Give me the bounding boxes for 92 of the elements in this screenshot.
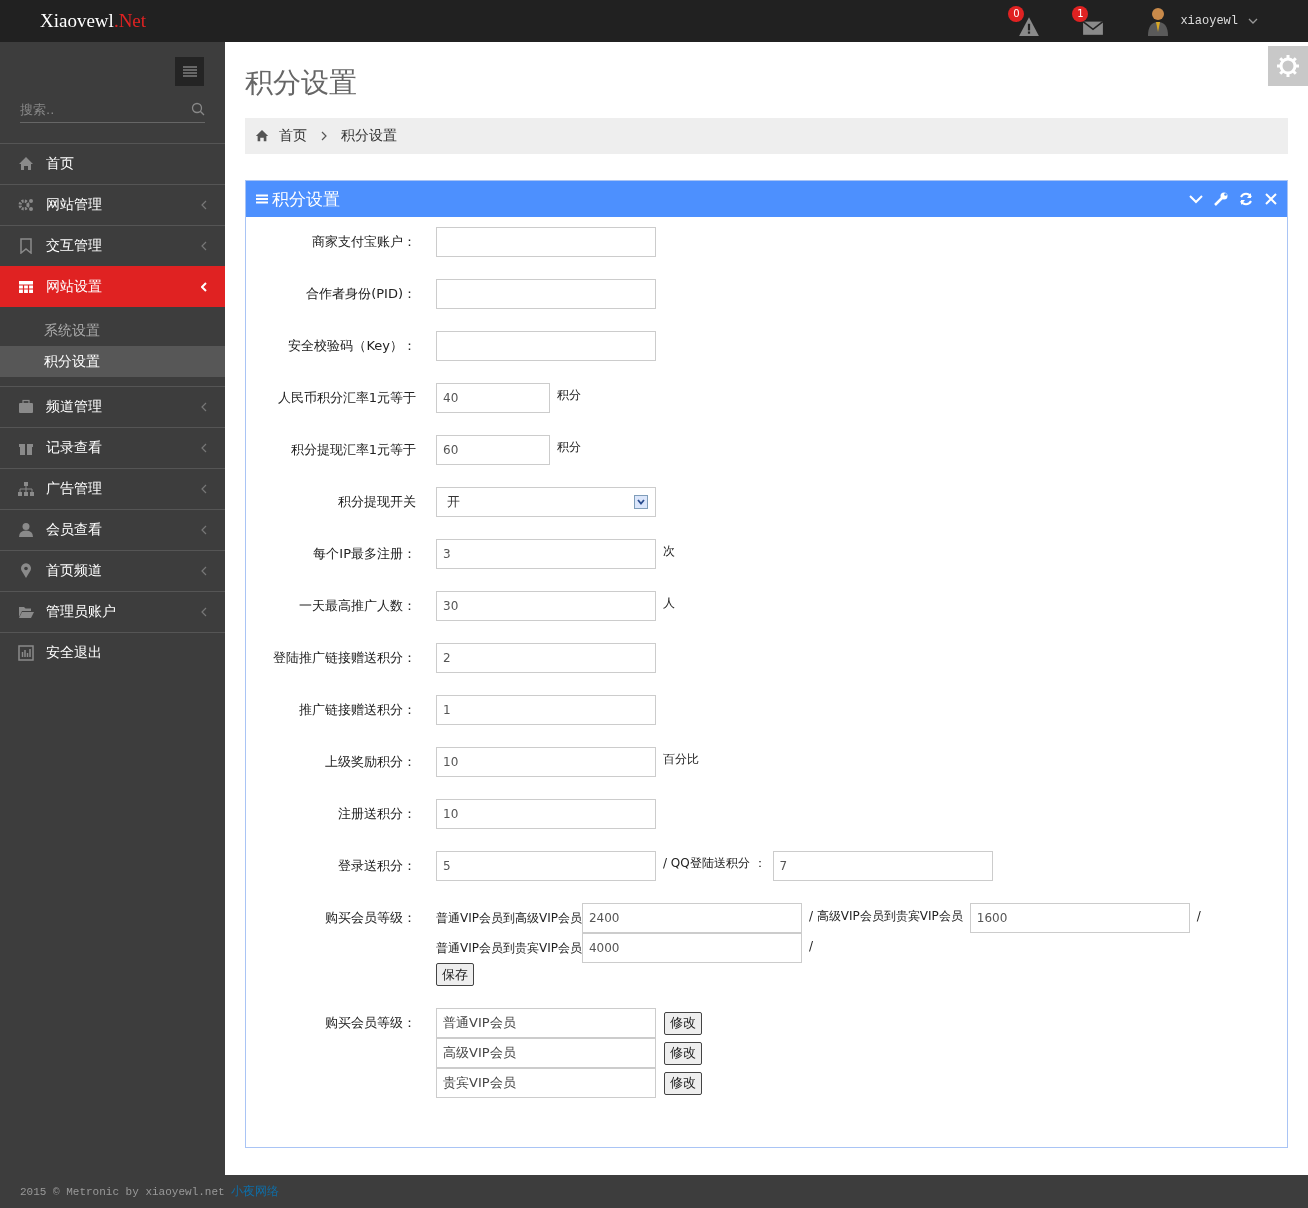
close-icon[interactable]: [1263, 191, 1279, 207]
edit-button[interactable]: 修改: [664, 1041, 702, 1065]
warning-icon: [1018, 16, 1041, 36]
unit-label: 人: [663, 595, 675, 612]
field-label: 安全校验码（Key）：: [287, 337, 416, 355]
avatar-icon: [1146, 6, 1171, 36]
input-field[interactable]: 40: [436, 383, 550, 413]
sitemap-icon: [18, 481, 34, 497]
menu-icon: [182, 65, 197, 78]
folder-icon: [18, 604, 34, 620]
input-field[interactable]: 高级VIP会员: [436, 1038, 656, 1068]
input-field[interactable]: [436, 279, 656, 309]
field-label: 普通VIP会员到高级VIP会员: [436, 910, 582, 927]
input-field[interactable]: 5: [436, 851, 656, 881]
field-label: 合作者身份(PID)：: [305, 285, 416, 303]
field-label: 商家支付宝账户：: [311, 233, 416, 251]
field-label: 一天最高推广人数：: [298, 597, 416, 615]
refresh-icon[interactable]: [1238, 191, 1254, 207]
sidebar-item[interactable]: 网站设置: [0, 266, 225, 307]
sidebar-item[interactable]: 频道管理: [0, 386, 225, 427]
field-label: 注册送积分：: [337, 805, 416, 823]
input-field[interactable]: 30: [436, 591, 656, 621]
wrench-icon[interactable]: [1213, 191, 1229, 207]
breadcrumb-link[interactable]: 首页: [279, 127, 307, 145]
field-label: 推广链接赠送积分：: [298, 701, 416, 719]
count-badge: 1: [1072, 6, 1089, 22]
input-field[interactable]: [436, 331, 656, 361]
field-label: 人民币积分汇率1元等于: [276, 389, 416, 407]
settings-icon: [1276, 54, 1300, 78]
bar-chart-icon: [18, 645, 34, 661]
field-label: / QQ登陆送积分 ：: [663, 855, 766, 872]
field-label: 积分提现开关: [337, 493, 416, 511]
briefcase-icon: [18, 399, 34, 415]
input-field[interactable]: 10: [436, 747, 656, 777]
user-name: xiaoyewl: [1180, 14, 1238, 28]
table-icon: [18, 279, 34, 295]
save-button[interactable]: 保存: [436, 963, 474, 986]
input-field[interactable]: 10: [436, 799, 656, 829]
sidebar-item[interactable]: 记录查看: [0, 427, 225, 468]
input-field[interactable]: 贵宾VIP会员: [436, 1068, 656, 1098]
search-field[interactable]: 搜索..: [20, 101, 187, 117]
panel-title: 积分设置: [272, 187, 341, 211]
home-icon: [18, 156, 34, 172]
field-label: 每个IP最多注册：: [312, 545, 416, 563]
settings-button[interactable]: [1268, 46, 1308, 86]
field-label: 积分提现汇率1元等于: [289, 441, 416, 459]
field-label: 上级奖励积分：: [324, 753, 416, 771]
submenu-item[interactable]: 积分设置: [0, 346, 225, 377]
input-field[interactable]: 普通VIP会员: [436, 1008, 656, 1038]
input-field[interactable]: [436, 227, 656, 257]
field-label: 登录送积分：: [337, 857, 416, 875]
field-label: 登陆推广链接赠送积分：: [272, 649, 416, 667]
menu-toggle-button[interactable]: [175, 57, 204, 86]
dropdown[interactable]: 开: [436, 487, 656, 517]
edit-button[interactable]: 修改: [664, 1071, 702, 1095]
edit-button[interactable]: 修改: [664, 1011, 702, 1035]
input-field[interactable]: 60: [436, 435, 550, 465]
user-menu[interactable]: xiaoyewl: [1146, 6, 1258, 36]
home-icon: [255, 129, 269, 143]
notification-button[interactable]: 0: [1008, 6, 1043, 36]
chevron-right-icon: [321, 131, 327, 141]
page-title: 积分设置: [245, 65, 357, 101]
field-label: /: [1196, 908, 1201, 925]
input-field[interactable]: 2400: [581, 903, 802, 933]
breadcrumb-link[interactable]: 积分设置: [341, 127, 397, 145]
search-icon: [191, 102, 205, 116]
submenu-item[interactable]: 系统设置: [0, 315, 225, 346]
bookmark-icon: [18, 238, 34, 254]
unit-label: 积分: [557, 439, 581, 456]
count-badge: 0: [1008, 6, 1025, 22]
sidebar-item[interactable]: 安全退出: [0, 632, 225, 673]
field-label: /: [808, 938, 813, 955]
user-icon: [18, 522, 34, 538]
field-label: / 高级VIP会员到贵宾VIP会员: [808, 908, 963, 925]
field-label: 普通VIP会员到贵宾VIP会员: [436, 940, 582, 957]
input-field[interactable]: 3: [436, 539, 656, 569]
input-field[interactable]: 4000: [581, 933, 802, 963]
field-label: 购买会员等级：: [324, 909, 416, 927]
unit-label: 百分比: [663, 751, 699, 768]
logo[interactable]: Xiaovewl.Net: [0, 10, 147, 32]
map-pin-icon: [18, 563, 34, 579]
unit-label: 积分: [557, 387, 581, 404]
input-field[interactable]: 1600: [969, 903, 1190, 933]
field-label: 购买会员等级：: [324, 1014, 416, 1032]
footer-text: 2015 © Metronic by xiaoyewl.net: [20, 1185, 225, 1198]
input-field[interactable]: 2: [436, 643, 656, 673]
notification-button[interactable]: 1: [1072, 6, 1107, 36]
input-field[interactable]: 1: [436, 695, 656, 725]
input-field[interactable]: 7: [772, 851, 993, 881]
chevron-down-icon: [1248, 18, 1258, 24]
menu-icon: [256, 194, 268, 204]
unit-label: 次: [663, 543, 675, 560]
